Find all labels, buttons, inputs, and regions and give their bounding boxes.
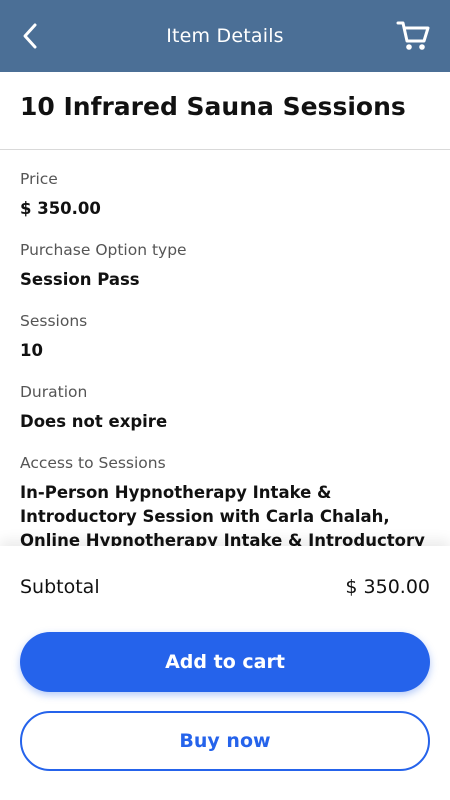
- purchase-option-value: Session Pass: [20, 270, 140, 289]
- price-field: Price $ 350.00: [20, 170, 440, 221]
- subtotal-label: Subtotal: [20, 576, 100, 598]
- add-to-cart-button[interactable]: Add to cart: [20, 632, 430, 692]
- purchase-option-field: Purchase Option type Session Pass: [20, 241, 440, 292]
- back-button[interactable]: [14, 20, 46, 52]
- subtotal-value: $ 350.00: [345, 576, 430, 598]
- price-label: Price: [20, 170, 58, 188]
- access-field: Access to Sessions In-Person Hypnotherap…: [20, 454, 440, 546]
- duration-label: Duration: [20, 383, 88, 401]
- chevron-left-icon: [23, 23, 37, 49]
- subtotal-row: Subtotal $ 350.00: [20, 576, 430, 598]
- shopping-cart-icon: [396, 21, 430, 50]
- sessions-field: Sessions 10: [20, 312, 440, 363]
- buy-now-button[interactable]: Buy now: [20, 711, 430, 771]
- item-details-scroll[interactable]: Price $ 350.00 Purchase Option type Sess…: [0, 150, 450, 546]
- sessions-value: 10: [20, 341, 43, 360]
- access-label: Access to Sessions: [20, 454, 166, 472]
- cart-button[interactable]: [394, 16, 434, 56]
- checkout-panel: Subtotal $ 350.00 Add to cart Buy now: [0, 546, 450, 800]
- top-navigation-bar: Item Details: [0, 0, 450, 72]
- item-title: 10 Infrared Sauna Sessions: [20, 92, 406, 121]
- purchase-option-label: Purchase Option type: [20, 241, 187, 259]
- page-title: Item Details: [166, 25, 284, 47]
- duration-value: Does not expire: [20, 412, 168, 431]
- duration-field: Duration Does not expire: [20, 383, 440, 434]
- sessions-label: Sessions: [20, 312, 88, 330]
- price-value: $ 350.00: [20, 199, 101, 218]
- access-value: In-Person Hypnotherapy Intake & Introduc…: [20, 483, 425, 546]
